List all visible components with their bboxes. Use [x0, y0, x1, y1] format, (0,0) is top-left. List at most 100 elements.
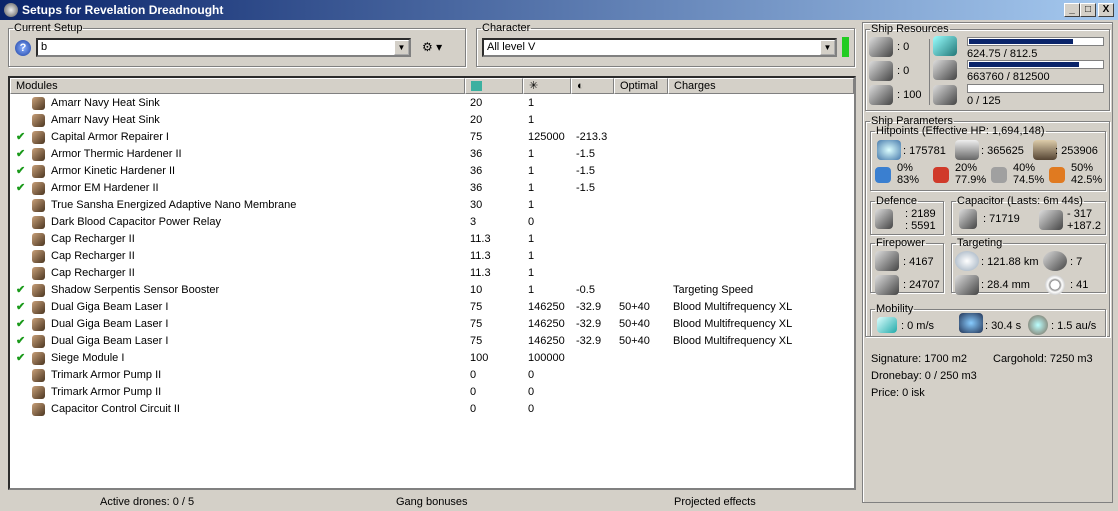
module-icon [32, 318, 45, 331]
cell-power: 1 [528, 250, 535, 262]
active-check-icon[interactable]: ✔ [16, 282, 25, 299]
setup-value: b [41, 41, 48, 53]
defence-value-1: : 2189 [905, 208, 936, 220]
firepower-label: Firepower [876, 237, 925, 249]
table-row[interactable]: ✔ Dual Giga Beam Laser I 75 146250 -32.9 50+4… [10, 316, 854, 333]
capacitor-label: Capacitor (Lasts: 6m 44s) [957, 195, 1083, 207]
gang-bonuses-label[interactable]: Gang bonuses [396, 494, 468, 510]
table-row[interactable]: Cap Recharger II 11.3 1 [10, 231, 854, 248]
module-icon [32, 216, 45, 229]
module-icon [32, 131, 45, 144]
column-capacitor[interactable]: ◐ [571, 78, 614, 94]
align-time-icon [959, 313, 983, 333]
close-button[interactable]: X [1098, 3, 1114, 17]
dps-value: : 4167 [903, 256, 934, 268]
resist-top: 0% [897, 162, 913, 174]
turret-slots: : 0 [897, 41, 910, 53]
dronebay: Dronebay: 0 / 250 m3 [871, 370, 977, 382]
table-row[interactable]: ✔ Siege Module I 100 100000 [10, 350, 854, 367]
table-row[interactable]: Capacitor Control Circuit II 0 0 [10, 401, 854, 418]
module-icon [32, 182, 45, 195]
setup-select[interactable]: b ▼ [36, 38, 411, 57]
active-check-icon[interactable]: ✔ [16, 316, 25, 333]
table-row[interactable]: Cap Recharger II 11.3 1 [10, 265, 854, 282]
column-powergrid[interactable]: ✳ [523, 78, 571, 94]
column-optimal[interactable]: Optimal [614, 78, 668, 94]
table-row[interactable]: ✔ Armor EM Hardener II 36 1 -1.5 [10, 180, 854, 197]
chevron-down-icon[interactable]: ▼ [820, 40, 835, 55]
sensor-strength-icon [955, 275, 979, 295]
character-label: Character [482, 22, 531, 34]
resist-type-icon [991, 167, 1007, 183]
character-select[interactable]: All level V ▼ [482, 38, 837, 57]
active-drones-label[interactable]: Active drones: 0 / 5 [100, 494, 194, 510]
capacitor-amount: : 71719 [983, 213, 1020, 225]
column-charges[interactable]: Charges [668, 78, 854, 94]
resist-bottom: 74.5% [1013, 174, 1045, 186]
table-row[interactable]: True Sansha Energized Adaptive Nano Memb… [10, 197, 854, 214]
resist-type-icon [875, 167, 891, 183]
cell-cpu: 36 [470, 165, 483, 177]
chevron-down-icon[interactable]: ▼ [394, 40, 409, 55]
table-row[interactable]: ✔ Dual Giga Beam Laser I 75 146250 -32.9 50+4… [10, 299, 854, 316]
module-icon [32, 233, 45, 246]
table-row[interactable]: Amarr Navy Heat Sink 20 1 [10, 95, 854, 112]
module-icon [32, 165, 45, 178]
table-row[interactable]: ✔ Shadow Serpentis Sensor Booster 10 1 -0.5 T… [10, 282, 854, 299]
signature-radius: Signature: 1700 m2 [871, 353, 968, 365]
active-check-icon[interactable]: ✔ [16, 333, 25, 350]
minimize-button[interactable]: _ [1064, 3, 1080, 17]
table-row[interactable]: ✔ Armor Thermic Hardener II 36 1 -1.5 [10, 146, 854, 163]
active-check-icon[interactable]: ✔ [16, 180, 25, 197]
calibration-value: : 100 [897, 89, 922, 101]
table-row[interactable]: Trimark Armor Pump II 0 0 [10, 384, 854, 401]
table-row[interactable]: ✔ Capital Armor Repairer I 75 125000 -213.3 [10, 129, 854, 146]
module-icon [32, 403, 45, 416]
title-bar: Setups for Revelation Dreadnought [0, 0, 1118, 20]
cell-name: True Sansha Energized Adaptive Nano Memb… [51, 199, 297, 211]
max-targets: : 7 [1070, 256, 1083, 268]
cell-cap: -1.5 [576, 182, 595, 194]
cell-cap: -32.9 [576, 335, 602, 347]
cell-power: 0 [528, 216, 535, 228]
cell-name: Cap Recharger II [51, 250, 135, 262]
cell-name: Armor EM Hardener II [51, 182, 159, 194]
cell-cpu: 36 [470, 182, 483, 194]
active-check-icon[interactable]: ✔ [16, 163, 25, 180]
cell-name: Cap Recharger II [51, 233, 135, 245]
launcher-slots: : 0 [897, 65, 910, 77]
table-row[interactable]: Dark Blood Capacitor Power Relay 3 0 [10, 214, 854, 231]
powergrid-bar [967, 60, 1104, 69]
active-check-icon[interactable]: ✔ [16, 146, 25, 163]
active-check-icon[interactable]: ✔ [16, 350, 25, 367]
cell-cap: -1.5 [576, 148, 595, 160]
help-icon[interactable]: ? [15, 40, 31, 56]
window-title: Setups for Revelation Dreadnought [22, 3, 224, 17]
max-targets-icon [1043, 251, 1067, 271]
cell-optimal: 50+40 [619, 318, 650, 330]
active-check-icon[interactable]: ✔ [16, 129, 25, 146]
setup-actions-button[interactable]: ⚙ ▾ [422, 40, 452, 56]
cell-name: Shadow Serpentis Sensor Booster [51, 284, 220, 296]
defence-icon [875, 209, 893, 229]
cell-power: 1 [528, 114, 535, 126]
app-icon [4, 3, 18, 17]
cpu-icon [933, 36, 957, 56]
table-row[interactable]: ✔ Dual Giga Beam Laser I 75 146250 -32.9 50+4… [10, 333, 854, 350]
resist-bottom: 42.5% [1071, 174, 1103, 186]
column-modules[interactable]: Modules [10, 78, 465, 94]
table-row[interactable]: Amarr Navy Heat Sink 20 1 [10, 112, 854, 129]
targeting-label: Targeting [957, 237, 1003, 249]
active-check-icon[interactable]: ✔ [16, 299, 25, 316]
cell-power: 146250 [528, 318, 565, 330]
projected-effects-label[interactable]: Projected effects [674, 494, 756, 510]
capacitor-usage: - 317 [1067, 208, 1093, 220]
cell-power: 100000 [528, 352, 565, 364]
defence-value-2: : 5591 [905, 220, 936, 232]
table-row[interactable]: Trimark Armor Pump II 0 0 [10, 367, 854, 384]
maximize-button[interactable]: □ [1080, 3, 1096, 17]
table-row[interactable]: Cap Recharger II 11.3 1 [10, 248, 854, 265]
column-cpu[interactable] [465, 78, 523, 94]
cell-cpu: 100 [470, 352, 489, 364]
table-row[interactable]: ✔ Armor Kinetic Hardener II 36 1 -1.5 [10, 163, 854, 180]
